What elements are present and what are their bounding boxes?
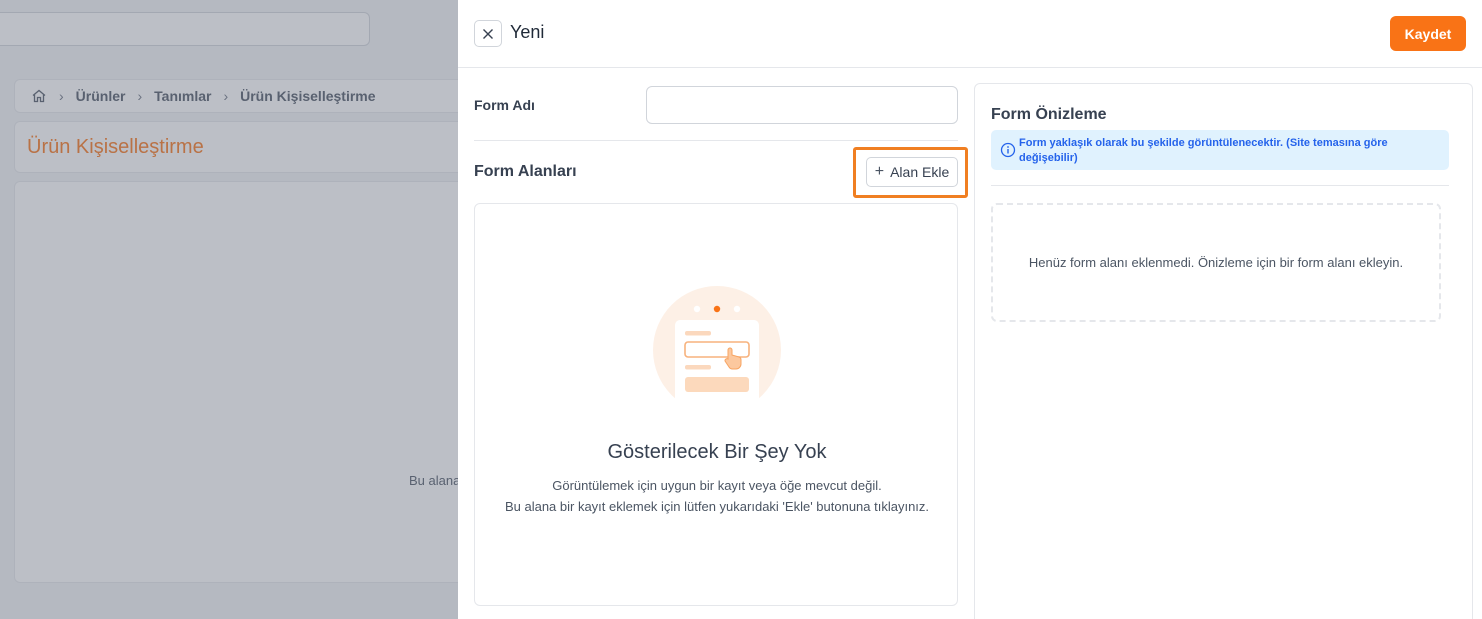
empty-state-description: Görüntülemek için uygun bir kayıt veya ö… — [475, 475, 959, 517]
new-form-drawer: Yeni Kaydet Form Adı Form Alanları + Ala… — [458, 0, 1482, 619]
preview-title: Form Önizleme — [991, 106, 1107, 123]
plus-icon: + — [874, 163, 885, 180]
drawer-title: Yeni — [510, 22, 545, 42]
preview-info-alert: Form yaklaşık olarak bu şekilde görüntül… — [991, 130, 1449, 170]
form-name-label: Form Adı — [474, 97, 535, 113]
form-preview-panel: Form Önizleme Form yaklaşık olarak bu şe… — [974, 83, 1473, 619]
save-button[interactable]: Kaydet — [1390, 16, 1466, 51]
divider — [991, 185, 1449, 186]
add-field-label: Alan Ekle — [890, 164, 950, 180]
empty-form-illustration — [653, 286, 781, 416]
divider — [474, 140, 958, 141]
preview-empty-text: Henüz form alanı eklenmedi. Önizleme içi… — [1028, 255, 1404, 270]
form-fields-heading: Form Alanları — [474, 163, 577, 180]
empty-state-line: Bu alana bir kayıt eklemek için lütfen y… — [504, 499, 930, 514]
close-icon — [483, 28, 493, 39]
add-field-button[interactable]: + Alan Ekle — [866, 157, 958, 187]
form-name-input[interactable] — [646, 86, 958, 124]
form-fields-empty-state: Gösterilecek Bir Şey Yok Görüntülemek iç… — [474, 203, 958, 606]
empty-state-line: Görüntülemek için uygun bir kayıt veya ö… — [552, 478, 882, 493]
drawer-header: Yeni Kaydet — [458, 0, 1482, 68]
info-icon — [1000, 142, 1016, 158]
preview-info-text: Form yaklaşık olarak bu şekilde görüntül… — [1019, 137, 1388, 164]
empty-state-title: Gösterilecek Bir Şey Yok — [607, 441, 827, 463]
form-editor-column: Form Adı Form Alanları + Alan Ekle Göste… — [458, 68, 968, 619]
preview-empty-state: Henüz form alanı eklenmedi. Önizleme içi… — [991, 203, 1441, 322]
close-button[interactable] — [474, 20, 502, 47]
